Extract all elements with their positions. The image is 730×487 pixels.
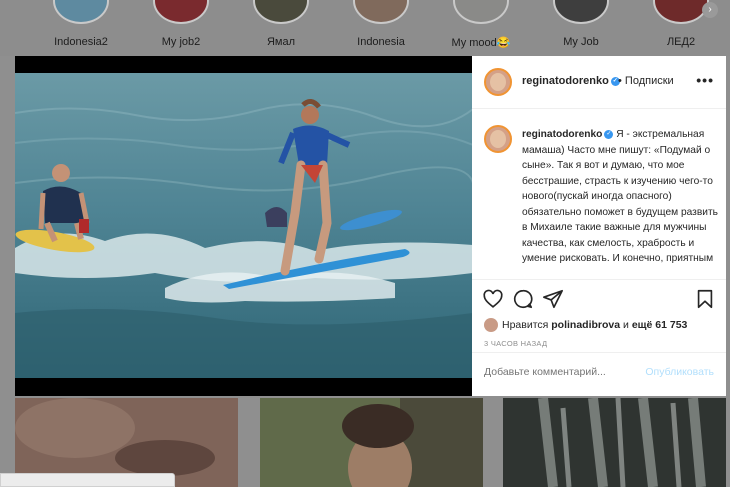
- post-timestamp[interactable]: 3 ЧАСОВ НАЗАД: [484, 339, 547, 348]
- thumbnail-image: [503, 398, 726, 487]
- share-icon[interactable]: [542, 288, 564, 310]
- comment-icon[interactable]: [512, 288, 534, 310]
- comment-input[interactable]: [484, 366, 634, 378]
- header-separator: •: [618, 75, 622, 87]
- story-label: My Job: [563, 36, 599, 48]
- liker-username[interactable]: polinadibrova: [551, 319, 620, 331]
- post-photo[interactable]: [15, 73, 473, 378]
- surfing-photo: [15, 73, 473, 378]
- caption-text: Я - экстремальная мамаша) Часто мне пишу…: [522, 129, 718, 264]
- post-actions: Нравится polinadibrova и ещё 61 753 3 ЧА…: [472, 279, 726, 393]
- story-thumbnail: [253, 0, 309, 24]
- story-label: My mood😂: [451, 37, 511, 49]
- publish-button[interactable]: Опубликовать: [645, 366, 714, 378]
- more-dots-icon[interactable]: •••: [696, 72, 714, 88]
- follow-status[interactable]: • Подписки: [618, 75, 674, 87]
- post-detail-panel: reginatodorenko ✓ • Подписки ••• reginato…: [472, 56, 726, 396]
- likes-summary: Нравится polinadibrova и ещё 61 753: [484, 318, 687, 332]
- grid-post-thumbnail[interactable]: [503, 398, 726, 487]
- story-thumbnail: [353, 0, 409, 24]
- post-author-name[interactable]: reginatodorenko: [522, 75, 609, 87]
- following-button[interactable]: Подписки: [625, 75, 674, 87]
- story-thumbnail: [453, 0, 509, 24]
- story-thumbnail: [153, 0, 209, 24]
- story-label: Indonesia: [357, 36, 405, 48]
- heart-icon[interactable]: [482, 288, 504, 310]
- story-label: ЛЕД2: [666, 36, 696, 48]
- story-thumbnail: [53, 0, 109, 24]
- post-media: [15, 56, 473, 396]
- likes-prefix: Нравится: [502, 318, 549, 331]
- liker-avatar[interactable]: [484, 318, 498, 332]
- story-thumbnail: [653, 0, 709, 24]
- stories-next-button[interactable]: ›: [702, 2, 718, 18]
- thumbnail-image: [260, 398, 483, 487]
- story-thumbnail: [553, 0, 609, 24]
- likes-conjunction: и: [623, 318, 629, 331]
- verified-badge-icon: ✓: [604, 129, 614, 139]
- caption-author[interactable]: reginatodorenko: [522, 129, 602, 140]
- comment-form: Опубликовать: [472, 352, 726, 394]
- avatar[interactable]: [484, 68, 512, 96]
- post-author[interactable]: reginatodorenko ✓: [522, 75, 620, 87]
- bottom-toast: [0, 473, 175, 487]
- story-label: Ямал: [266, 36, 296, 48]
- bookmark-icon[interactable]: [694, 288, 716, 310]
- grid-post-thumbnail[interactable]: [260, 398, 483, 487]
- post-header: reginatodorenko ✓ • Подписки •••: [472, 56, 726, 109]
- story-label: My job2: [161, 36, 201, 48]
- stories-row: Indonesia2 My job2 Ямал Indonesia My moo…: [0, 0, 730, 56]
- post-caption: reginatodorenko ✓ Я - экстремальная мамаш…: [522, 127, 718, 280]
- story-label: Indonesia2: [54, 36, 108, 48]
- likes-count[interactable]: ещё 61 753: [632, 319, 688, 331]
- caption-avatar[interactable]: [484, 125, 512, 153]
